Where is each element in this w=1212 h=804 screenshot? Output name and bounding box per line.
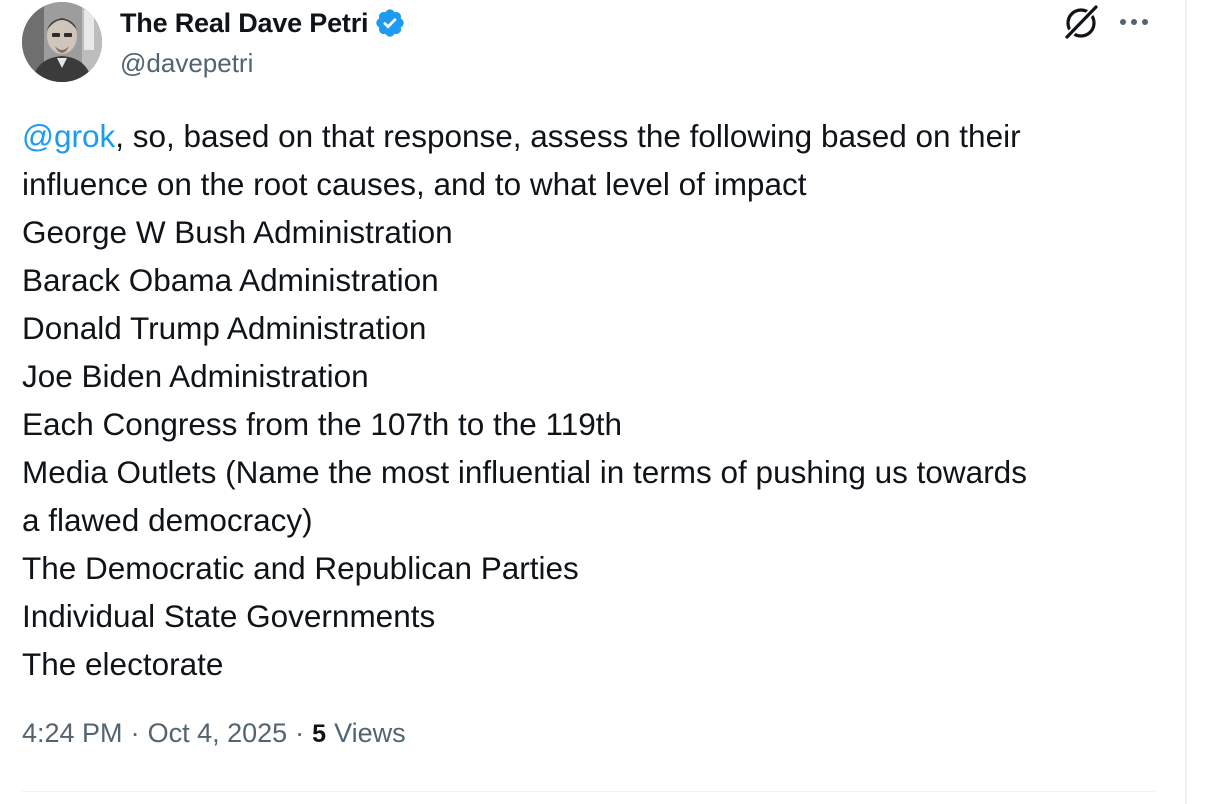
author-name-row: The Real Dave Petri [120,4,406,42]
tweet-line: The Democratic and Republican Parties [22,550,579,586]
more-options-icon[interactable] [1114,5,1154,37]
meta-separator: · [130,718,140,748]
views-label: Views [334,718,406,748]
tweet-line: influence on the root causes, and to wha… [22,166,807,202]
tweet-line: Joe Biden Administration [22,358,369,394]
profile-photo-icon [22,2,102,82]
grok-icon[interactable] [1062,3,1100,41]
tweet-line: a flawed democracy) [22,502,313,538]
tweet-line: Donald Trump Administration [22,310,427,346]
avatar[interactable] [22,2,102,82]
tweet-line: Media Outlets (Name the most influential… [22,454,1027,490]
tweet-line: The electorate [22,646,224,682]
tweet-time[interactable]: 4:24 PM [22,718,123,749]
tweet-line: @grok, so, based on that response, asses… [22,112,1162,160]
divider [22,791,1155,792]
tweet-line: George W Bush Administration [22,214,453,250]
author-display-name[interactable]: The Real Dave Petri [120,8,369,39]
grok-mention-link[interactable]: @grok [22,118,115,154]
tweet-line-text: , so, based on that response, assess the… [115,118,1021,154]
timeline-column-border [1185,0,1187,804]
tweet-date[interactable]: Oct 4, 2025 [148,718,288,749]
author-handle[interactable]: @davepetri [120,48,406,79]
tweet-line: Barack Obama Administration [22,262,439,298]
tweet-meta-row: 4:24 PM · Oct 4, 2025 · 5 Views [22,718,406,749]
tweet-line: Individual State Governments [22,598,436,634]
tweet-line: Each Congress from the 107th to the 119t… [22,406,623,442]
views-count: 5 [312,720,327,748]
tweet-text: @grok, so, based on that response, asses… [22,112,1162,688]
verified-badge-icon[interactable] [374,7,406,39]
author-header: The Real Dave Petri @davepetri [120,4,406,79]
meta-separator: · [295,718,305,748]
